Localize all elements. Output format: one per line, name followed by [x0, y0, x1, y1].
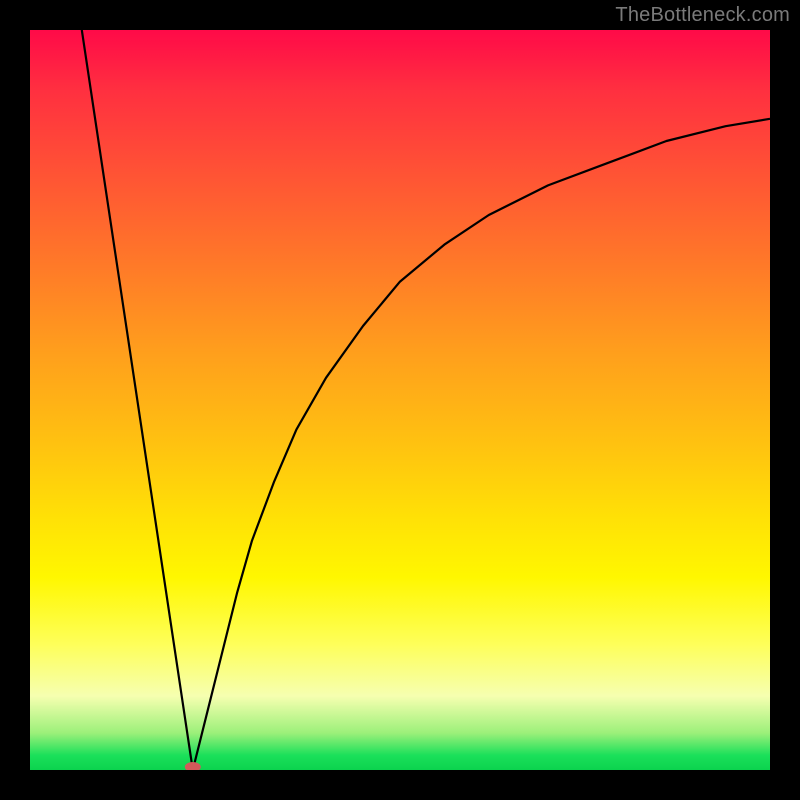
curve-layer	[30, 30, 770, 770]
watermark-text: TheBottleneck.com	[615, 4, 790, 27]
bottleneck-curve	[82, 30, 770, 770]
min-marker-icon	[185, 762, 201, 770]
chart-container: TheBottleneck.com	[0, 0, 800, 800]
plot-area	[30, 30, 770, 770]
